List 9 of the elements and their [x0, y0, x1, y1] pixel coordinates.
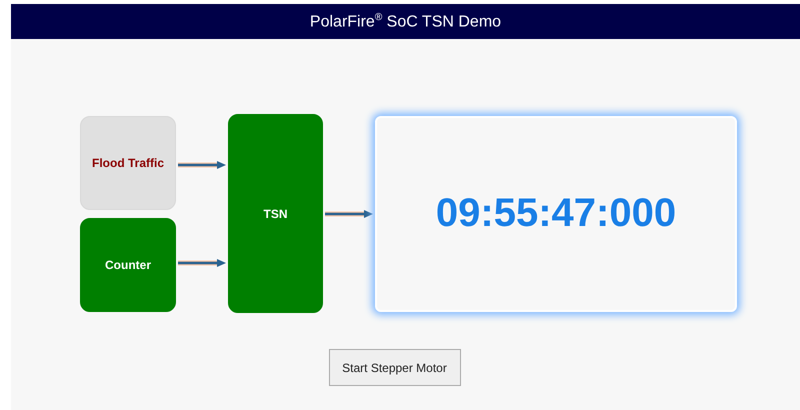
arrow-icon: [178, 258, 226, 266]
app-title: PolarFire$^{®}$ SoC TSN Demo: [310, 12, 502, 32]
source-node: Flood Traffic: [80, 116, 176, 210]
source-node: Counter: [80, 218, 176, 312]
arrow-icon: [178, 160, 226, 168]
start-motor-button[interactable]: Start Stepper Motor: [328, 349, 460, 386]
clock-time: 09:55:47:000: [436, 191, 676, 236]
arrow-icon: [325, 210, 373, 218]
tsn-node: TSN: [228, 114, 323, 313]
